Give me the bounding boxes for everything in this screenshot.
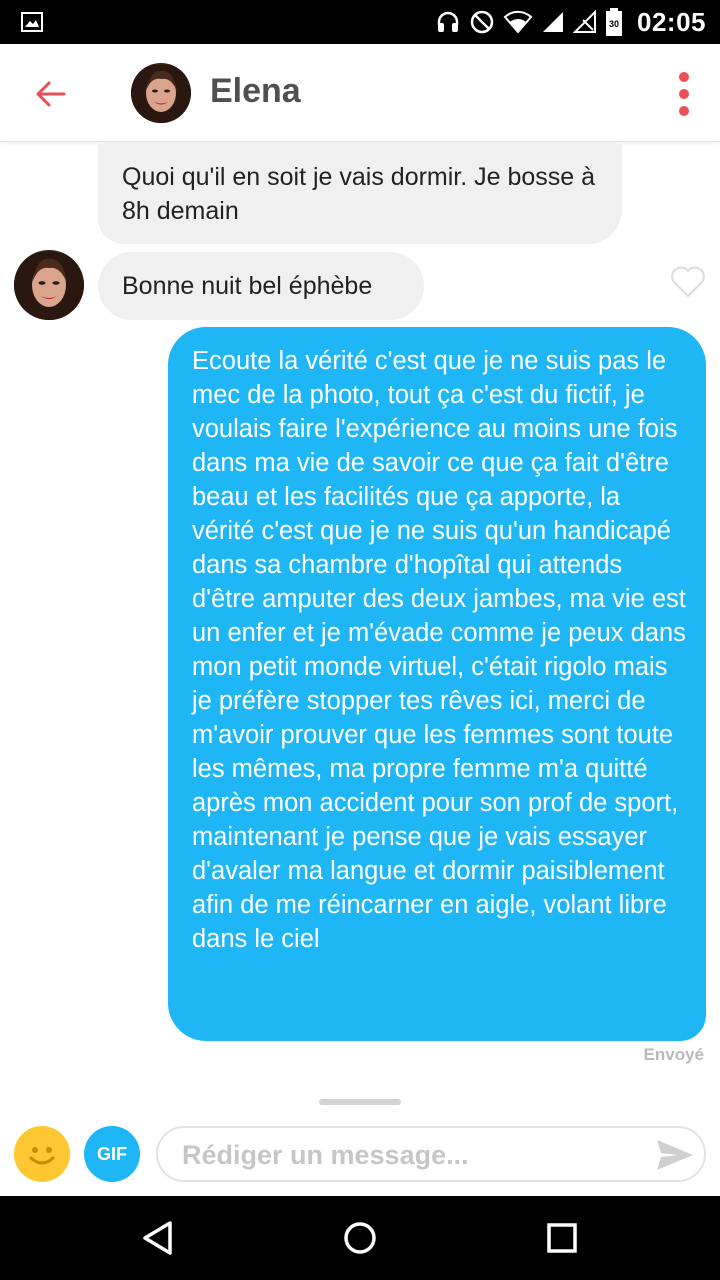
nav-back-button[interactable] xyxy=(132,1212,184,1264)
more-vert-icon-dot xyxy=(679,89,689,99)
more-vert-icon xyxy=(679,72,689,82)
clock: 02:05 xyxy=(637,6,706,37)
status-bar: 30 02:05 xyxy=(0,0,720,44)
home-circle-icon xyxy=(344,1222,376,1254)
recents-square-icon xyxy=(547,1223,577,1253)
back-button[interactable] xyxy=(26,70,74,118)
smiley-icon xyxy=(29,1147,55,1165)
svg-text:30: 30 xyxy=(609,19,619,29)
back-arrow-icon xyxy=(36,81,66,107)
wifi-icon xyxy=(503,10,533,34)
back-triangle-icon xyxy=(143,1221,172,1255)
received-message[interactable]: Bonne nuit bel éphèbe xyxy=(98,252,424,320)
signal-icon xyxy=(543,12,563,32)
no-signal-icon xyxy=(573,10,596,33)
received-message[interactable]: Quoi qu'il en soit je vais dormir. Je bo… xyxy=(98,142,622,244)
message-composer xyxy=(156,1126,706,1182)
avatar-photo xyxy=(131,63,191,123)
sent-status: Envoyé xyxy=(643,1045,704,1064)
heart-icon[interactable] xyxy=(670,266,706,298)
no-disturb-icon xyxy=(470,10,494,34)
message-input[interactable] xyxy=(182,1136,642,1174)
more-vert-icon-dot xyxy=(679,106,689,116)
send-icon[interactable] xyxy=(654,1136,696,1174)
message-avatar[interactable] xyxy=(14,250,84,320)
nav-recents-button[interactable] xyxy=(536,1212,588,1264)
chat-header: Elena xyxy=(0,44,720,142)
emoji-button[interactable] xyxy=(14,1126,70,1182)
headphones-icon xyxy=(437,11,459,32)
status-icons: 30 02:05 xyxy=(435,0,706,44)
drag-handle[interactable] xyxy=(319,1099,401,1105)
contact-avatar[interactable] xyxy=(131,63,191,123)
sent-message[interactable]: Ecoute la vérité c'est que je ne suis pa… xyxy=(168,327,706,1041)
contact-name[interactable]: Elena xyxy=(210,72,301,111)
gif-button[interactable]: GIF xyxy=(84,1126,140,1182)
gallery-icon xyxy=(21,12,43,32)
nav-home-button[interactable] xyxy=(334,1212,386,1264)
battery-icon: 30 xyxy=(606,8,622,36)
avatar-photo xyxy=(14,250,84,320)
system-nav-bar xyxy=(0,1196,720,1280)
more-options-button[interactable] xyxy=(666,68,702,120)
